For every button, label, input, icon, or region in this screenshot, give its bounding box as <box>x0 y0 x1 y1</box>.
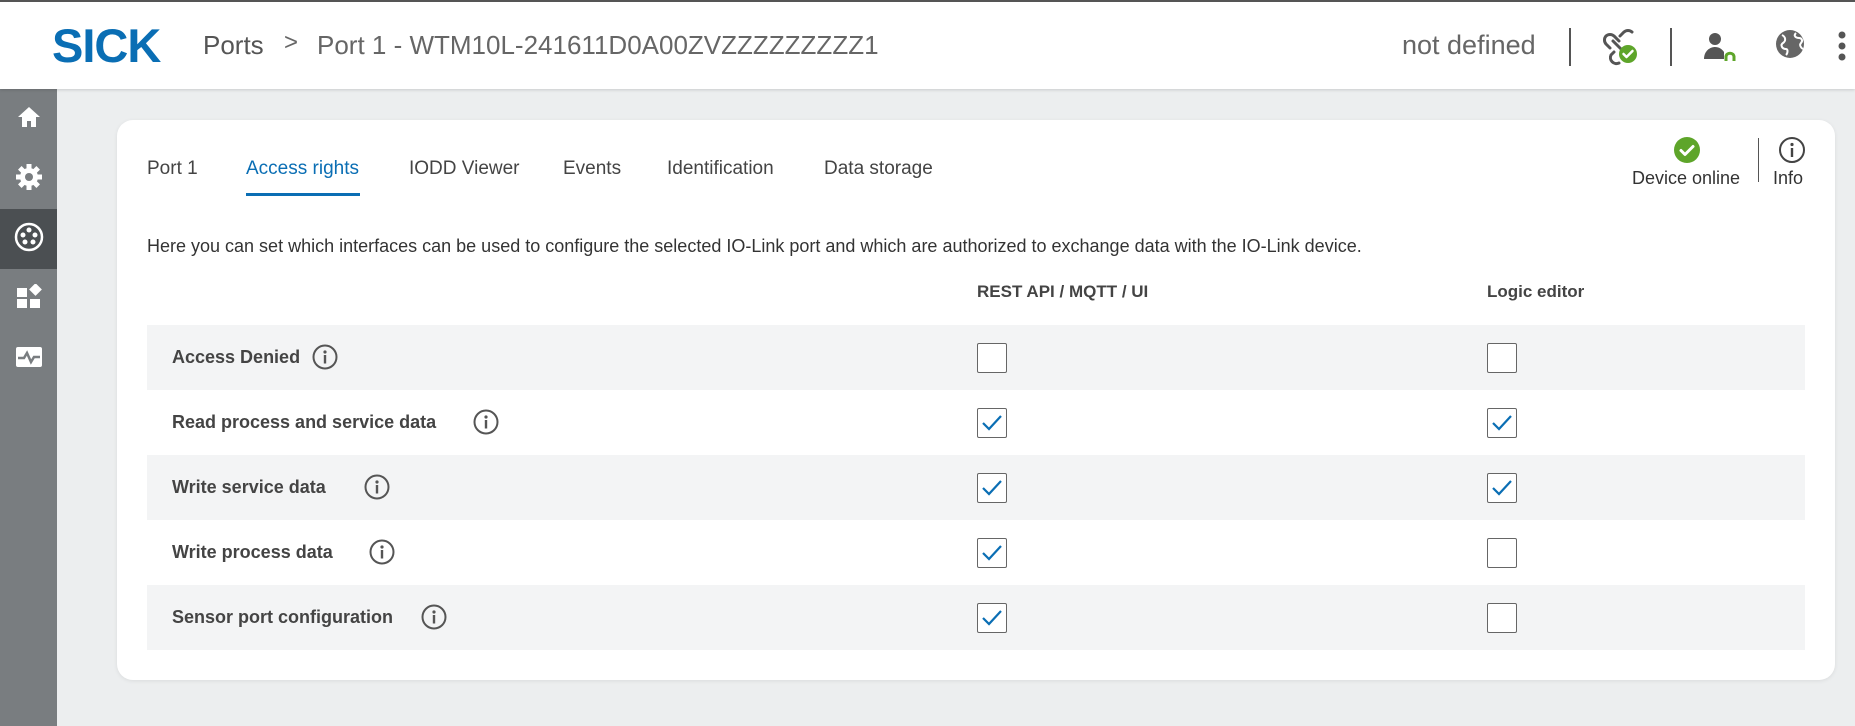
info-icon[interactable] <box>420 603 448 631</box>
dashboard-icon <box>16 282 42 315</box>
table-row: Write process data <box>147 520 1805 585</box>
info-icon[interactable] <box>472 408 500 436</box>
top-header: SICK Ports > Port 1 - WTM10L-241611D0A00… <box>0 0 1855 89</box>
checkbox-logic-sensor-port[interactable] <box>1487 603 1517 633</box>
globe-icon[interactable] <box>1772 26 1812 66</box>
checkbox-logic-write-process[interactable] <box>1487 538 1517 568</box>
tab-access-rights[interactable]: Access rights <box>246 158 359 180</box>
sidebar-item-monitor[interactable] <box>0 329 57 389</box>
checkmark-icon <box>982 480 1002 496</box>
info-icon[interactable] <box>311 343 339 371</box>
info-icon[interactable] <box>368 538 396 566</box>
sidebar <box>0 89 57 726</box>
row-label: Read process and service data <box>172 412 437 432</box>
row-label: Write process data <box>172 542 333 562</box>
checkmark-icon <box>1492 480 1512 496</box>
sick-logo[interactable]: SICK <box>52 22 161 69</box>
ports-connector-icon <box>13 221 45 258</box>
tab-port-1[interactable]: Port 1 <box>147 158 198 180</box>
tab-events[interactable]: Events <box>563 158 621 180</box>
table-row: Access Denied <box>147 325 1805 390</box>
user-icon[interactable] <box>1700 26 1740 66</box>
header-divider <box>1569 28 1571 66</box>
description-text: Here you can set which interfaces can be… <box>147 236 1362 256</box>
sidebar-item-ports[interactable] <box>0 209 57 269</box>
checkmark-icon <box>982 545 1002 561</box>
tab-iodd-viewer[interactable]: IODD Viewer <box>409 158 520 180</box>
gear-icon <box>15 163 43 196</box>
checkmark-icon <box>982 610 1002 626</box>
checkbox-logic-read-process[interactable] <box>1487 408 1517 438</box>
table-row: Sensor port configuration <box>147 585 1805 650</box>
device-online-label: Device online <box>1632 168 1741 188</box>
home-icon <box>16 104 42 135</box>
checkbox-rest-write-process[interactable] <box>977 538 1007 568</box>
header-status: not defined <box>1402 30 1536 60</box>
card-divider <box>1758 138 1759 182</box>
link-status-icon[interactable] <box>1600 26 1640 66</box>
table-row: Read process and service data <box>147 390 1805 455</box>
row-label: Access Denied <box>172 347 301 367</box>
row-label: Write service data <box>172 477 326 497</box>
info-icon[interactable] <box>363 473 391 501</box>
checkbox-rest-sensor-port[interactable] <box>977 603 1007 633</box>
checkbox-rest-access-denied[interactable] <box>977 343 1007 373</box>
checkbox-logic-access-denied[interactable] <box>1487 343 1517 373</box>
info-label[interactable]: Info <box>1773 168 1803 189</box>
checkmark-icon <box>1492 415 1512 431</box>
column-header-logic: Logic editor <box>1487 282 1585 301</box>
table-row: Write service data <box>147 455 1805 520</box>
checkbox-rest-read-process[interactable] <box>977 408 1007 438</box>
device-online-icon <box>1673 136 1701 169</box>
column-header-rest: REST API / MQTT / UI <box>977 282 1149 301</box>
more-vertical-icon[interactable] <box>1832 26 1852 66</box>
checkmark-icon <box>982 415 1002 431</box>
tab-data-storage[interactable]: Data storage <box>824 158 933 180</box>
breadcrumb-ports[interactable]: Ports <box>203 30 264 61</box>
sidebar-item-dashboard[interactable] <box>0 269 57 329</box>
checkbox-rest-write-service[interactable] <box>977 473 1007 503</box>
monitor-icon <box>15 345 43 374</box>
tab-identification[interactable]: Identification <box>667 158 774 180</box>
sidebar-item-home[interactable] <box>0 89 57 149</box>
breadcrumb-separator: > <box>284 29 299 56</box>
access-rights-card: Port 1 Access rights IODD Viewer Events … <box>117 120 1835 680</box>
header-divider <box>1670 28 1672 66</box>
row-label: Sensor port configuration <box>172 607 394 627</box>
breadcrumb-current: Port 1 - WTM10L-241611D0A00ZVZZZZZZZZZ1 <box>317 30 879 60</box>
sidebar-item-settings[interactable] <box>0 149 57 209</box>
active-tab-indicator <box>246 193 360 196</box>
info-icon[interactable] <box>1778 136 1806 169</box>
checkbox-logic-write-service[interactable] <box>1487 473 1517 503</box>
